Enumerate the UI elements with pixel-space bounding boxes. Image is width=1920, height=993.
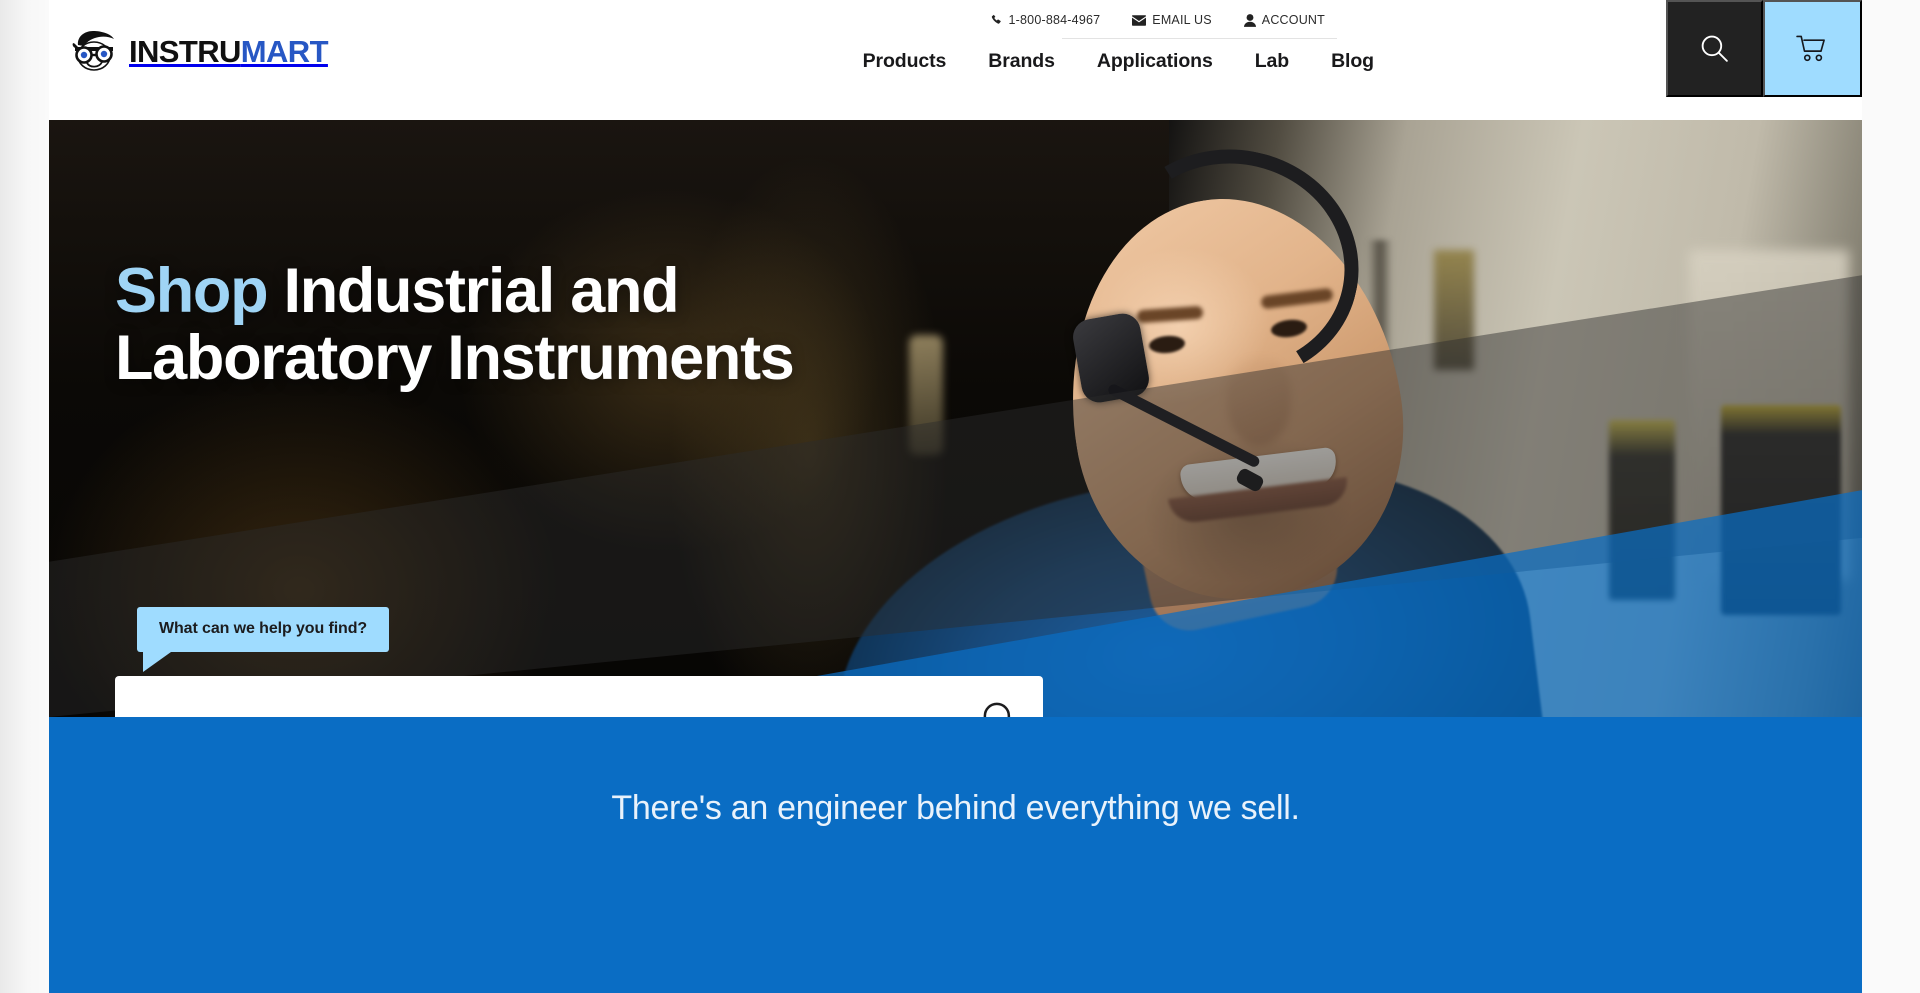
nav-item-blog[interactable]: Blog (1331, 50, 1374, 73)
utility-email-label: EMAIL US (1152, 13, 1212, 27)
hero-content: Shop Industrial and Laboratory Instrumen… (115, 120, 1115, 717)
header-cart-button[interactable] (1763, 0, 1862, 97)
logo-word-instru: INSTRU (129, 33, 241, 69)
hero-headline-accent: Shop (115, 256, 269, 326)
utility-divider (1062, 38, 1337, 39)
nav-item-applications[interactable]: Applications (1097, 50, 1213, 73)
main-navigation: Products Brands Applications Lab Blog (863, 50, 1375, 73)
instrumart-face-logo-icon (72, 31, 114, 71)
utility-phone-label: 1-800-884-4967 (1008, 13, 1101, 27)
envelope-icon (1132, 14, 1147, 26)
website-page: INSTRUMART 1-800-884-4967 EMAIL US ACCOU… (49, 0, 1862, 993)
logo-wordmark: INSTRUMART (129, 33, 329, 69)
user-icon (1243, 13, 1256, 27)
utility-email-link[interactable]: EMAIL US (1132, 13, 1212, 27)
nav-item-lab[interactable]: Lab (1255, 50, 1289, 73)
nav-item-brands[interactable]: Brands (988, 50, 1055, 73)
utility-phone-link[interactable]: 1-800-884-4967 (991, 13, 1101, 27)
site-logo[interactable]: INSTRUMART (71, 27, 329, 75)
hero-search-form (115, 676, 1043, 717)
logo-word-mart: MART (240, 33, 329, 69)
nav-item-products[interactable]: Products (863, 50, 947, 73)
tagline-band: There's an engineer behind everything we… (49, 717, 1862, 993)
utility-account-link[interactable]: ACCOUNT (1243, 13, 1325, 27)
hero-section: Shop Industrial and Laboratory Instrumen… (49, 120, 1862, 717)
search-prompt-bubble: What can we help you find? (137, 607, 390, 672)
hero-search-submit-button[interactable] (957, 676, 1043, 717)
site-header: INSTRUMART 1-800-884-4967 EMAIL US ACCOU… (49, 0, 1862, 120)
phone-icon (991, 14, 1001, 24)
header-search-button[interactable] (1666, 0, 1763, 97)
utility-account-label: ACCOUNT (1261, 13, 1325, 27)
shopping-cart-icon (1796, 35, 1825, 61)
search-icon (1701, 35, 1728, 62)
hero-search-input[interactable] (115, 676, 957, 717)
utility-bar: 1-800-884-4967 EMAIL US ACCOUNT (991, 13, 1325, 27)
search-icon (983, 702, 1011, 717)
tagline-text: There's an engineer behind everything we… (611, 789, 1300, 827)
hero-headline: Shop Industrial and Laboratory Instrumen… (115, 256, 795, 392)
